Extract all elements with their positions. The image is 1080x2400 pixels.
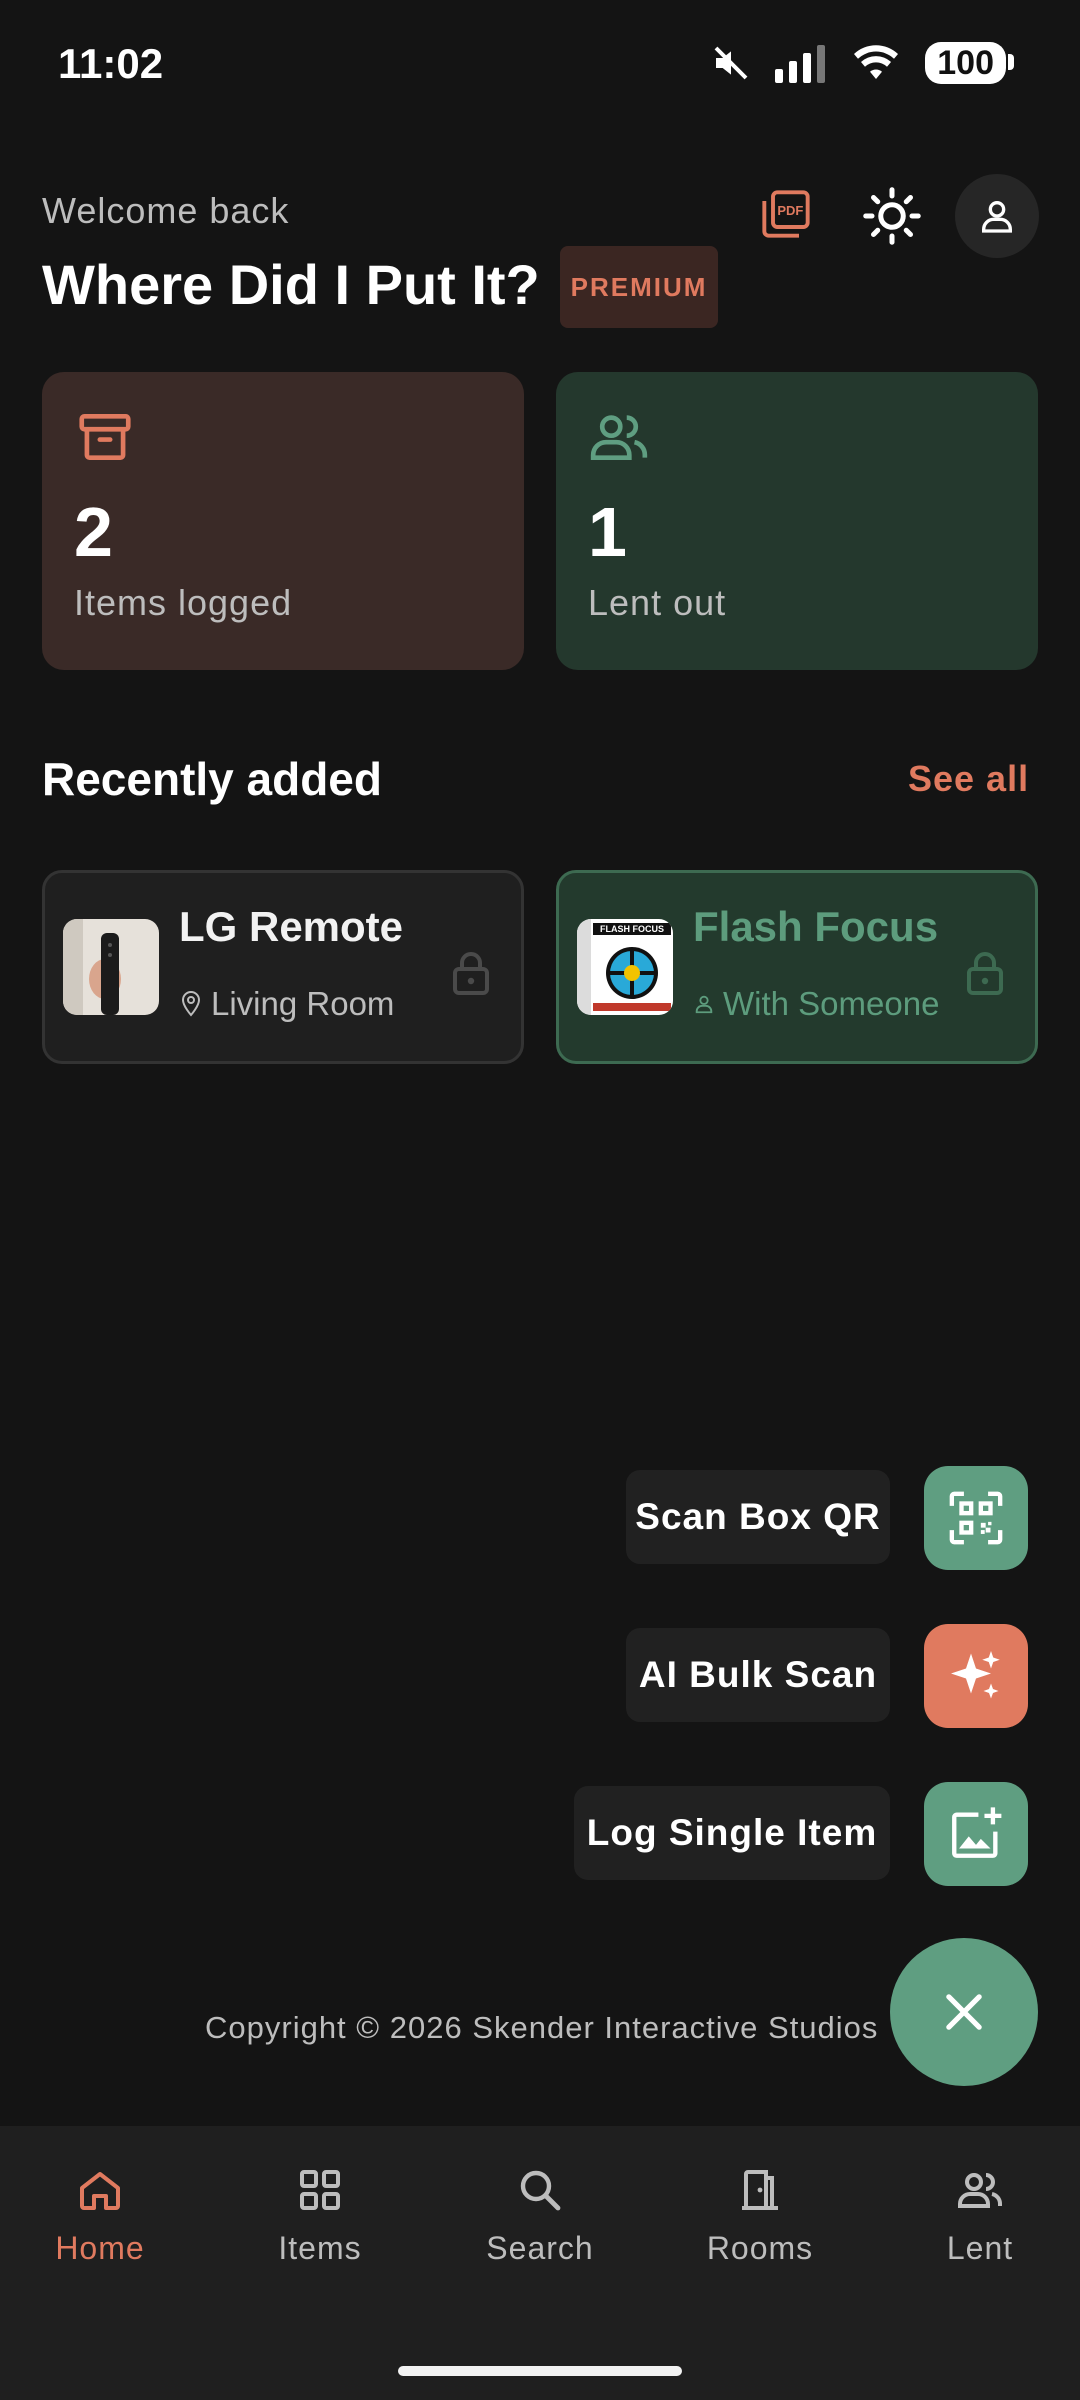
close-fab-button[interactable] (890, 1938, 1038, 2086)
see-all-link[interactable]: See all (908, 758, 1029, 800)
item-name: Flash Focus (693, 903, 939, 950)
nav-home[interactable]: Home (0, 2166, 200, 2267)
people-icon (958, 2173, 1002, 2208)
lent-count: 1 (588, 493, 627, 571)
location-pin-icon (181, 990, 201, 1017)
nav-search[interactable]: Search (440, 2166, 640, 2267)
mute-icon (714, 46, 748, 80)
item-location: Living Room (179, 985, 394, 1023)
recent-item-card[interactable]: FLASH FOCUS Flash Focus With Someone (556, 870, 1038, 1064)
status-time: 11:02 (58, 40, 164, 87)
person-icon (695, 995, 713, 1014)
qr-scan-icon (949, 1491, 1003, 1545)
door-icon (742, 2170, 778, 2210)
page-title: Where Did I Put It? (42, 253, 540, 316)
person-icon (982, 201, 1012, 233)
scan-box-qr-button[interactable] (924, 1466, 1028, 1570)
item-borrower: With Someone (693, 985, 939, 1023)
lock-icon (967, 952, 1003, 995)
grid-icon (300, 2170, 340, 2210)
item-thumbnail (63, 919, 159, 1015)
log-single-item-button[interactable] (924, 1782, 1028, 1886)
welcome-text: Welcome back (42, 190, 290, 231)
nav-home-label: Home (55, 2230, 145, 2266)
status-icons: 100 (711, 42, 1014, 84)
pdf-export-icon[interactable]: PDF (760, 188, 812, 240)
nav-rooms[interactable]: Rooms (660, 2166, 860, 2267)
nav-items-label: Items (278, 2230, 362, 2266)
item-thumbnail: FLASH FOCUS (577, 919, 673, 1015)
copyright-text: Copyright © 2026 Skender Interactive Stu… (205, 2010, 879, 2045)
signal-icon (775, 45, 826, 83)
search-icon (520, 2170, 561, 2211)
close-icon (946, 1994, 982, 2030)
svg-text:FLASH FOCUS: FLASH FOCUS (600, 924, 664, 934)
premium-badge: PREMIUM (560, 246, 718, 328)
svg-text:PDF: PDF (777, 203, 803, 218)
profile-button[interactable] (955, 174, 1039, 258)
lent-out-card[interactable]: 1 Lent out (556, 372, 1038, 670)
item-name: LG Remote (179, 903, 404, 950)
sparkle-icon (951, 1651, 1000, 1699)
archive-icon (79, 414, 131, 460)
people-icon (590, 415, 648, 460)
wifi-icon (854, 45, 899, 79)
nav-items[interactable]: Items (220, 2166, 420, 2267)
recent-item-card[interactable]: LG Remote Living Room (42, 870, 524, 1064)
home-indicator (398, 2366, 682, 2376)
ai-bulk-scan-label[interactable]: AI Bulk Scan (626, 1628, 890, 1722)
theme-toggle-icon[interactable] (862, 186, 922, 246)
bottom-navigation: Home Items Search Rooms Lent (0, 2126, 1080, 2400)
scan-box-qr-label[interactable]: Scan Box QR (626, 1470, 890, 1564)
battery-indicator: 100 (925, 42, 1014, 84)
ai-bulk-scan-button[interactable] (924, 1624, 1028, 1728)
log-single-item-label[interactable]: Log Single Item (574, 1786, 890, 1880)
item-location-text: Living Room (211, 985, 395, 1022)
nav-lent[interactable]: Lent (880, 2166, 1080, 2267)
home-icon (80, 2172, 120, 2210)
item-borrower-text: With Someone (723, 985, 940, 1022)
lock-icon (453, 952, 489, 995)
recently-added-heading: Recently added (42, 753, 382, 805)
nav-lent-label: Lent (946, 2230, 1014, 2266)
items-count: 2 (74, 493, 113, 571)
nav-rooms-label: Rooms (706, 2230, 814, 2266)
items-label: Items logged (74, 582, 293, 623)
add-photo-icon (952, 1807, 1002, 1858)
lent-label: Lent out (588, 582, 727, 623)
nav-search-label: Search (486, 2230, 594, 2266)
items-logged-card[interactable]: 2 Items logged (42, 372, 524, 670)
